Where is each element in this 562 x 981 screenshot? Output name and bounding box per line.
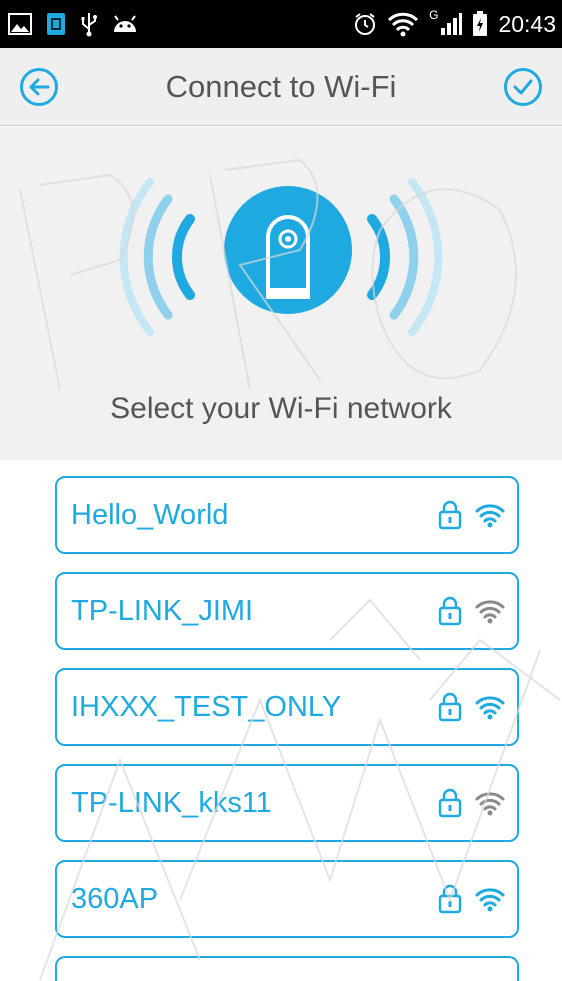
network-ssid: 360AP — [71, 883, 159, 915]
app-header: Connect to Wi-Fi — [0, 48, 562, 126]
network-ssid: Hello_World — [71, 499, 229, 531]
network-item[interactable]: IHXXX_TEST_ONLY — [55, 668, 519, 746]
wifi-signal-icon — [475, 886, 505, 917]
camera-broadcast-icon — [119, 178, 443, 336]
lock-icon — [437, 692, 463, 727]
status-bar-left — [8, 8, 138, 40]
network-item[interactable]: TP-LINK_kks11 — [55, 764, 519, 842]
status-time: 20:43 — [498, 10, 556, 37]
lock-icon — [437, 596, 463, 631]
network-item[interactable]: Hello_World — [55, 476, 519, 554]
wifi-signal-icon — [475, 502, 505, 533]
gallery-icon — [8, 13, 32, 35]
alarm-icon — [355, 13, 376, 35]
network-ssid: TP-LINK_JIMI — [71, 595, 254, 627]
wifi-signal-icon — [475, 790, 505, 821]
battery-icon — [473, 11, 488, 36]
check-icon — [513, 79, 533, 95]
network-item[interactable]: TP-LINK_JIMI — [55, 572, 519, 650]
network-ssid: TP-LINK_kks11 — [71, 787, 272, 819]
lock-icon — [437, 788, 463, 823]
wifi-signal-icon — [475, 694, 505, 725]
sim-icon — [47, 13, 65, 35]
status-bar: G 20:43 — [0, 0, 562, 48]
lock-icon — [437, 884, 463, 919]
network-list: Hello_World TP-LINK_JIMI IHXXX_TEST_ONLY TP… — [55, 476, 519, 981]
lock-icon — [437, 500, 463, 535]
select-network-prompt: Select your Wi-Fi network — [110, 392, 452, 425]
network-item[interactable] — [55, 956, 519, 981]
wifi-icon — [388, 12, 419, 37]
status-bar-right: G 20:43 — [353, 8, 556, 40]
network-item[interactable]: 360AP — [55, 860, 519, 938]
network-ssid: IHXXX_TEST_ONLY — [71, 691, 342, 723]
android-icon — [114, 15, 136, 32]
page-title: Connect to Wi-Fi — [165, 69, 397, 104]
network-type-label: G — [429, 8, 439, 22]
signal-icon — [441, 13, 463, 35]
hero-section: Select your Wi-Fi network — [0, 127, 562, 460]
usb-icon — [81, 13, 97, 37]
confirm-button[interactable] — [504, 68, 542, 106]
wifi-signal-icon — [475, 598, 505, 629]
